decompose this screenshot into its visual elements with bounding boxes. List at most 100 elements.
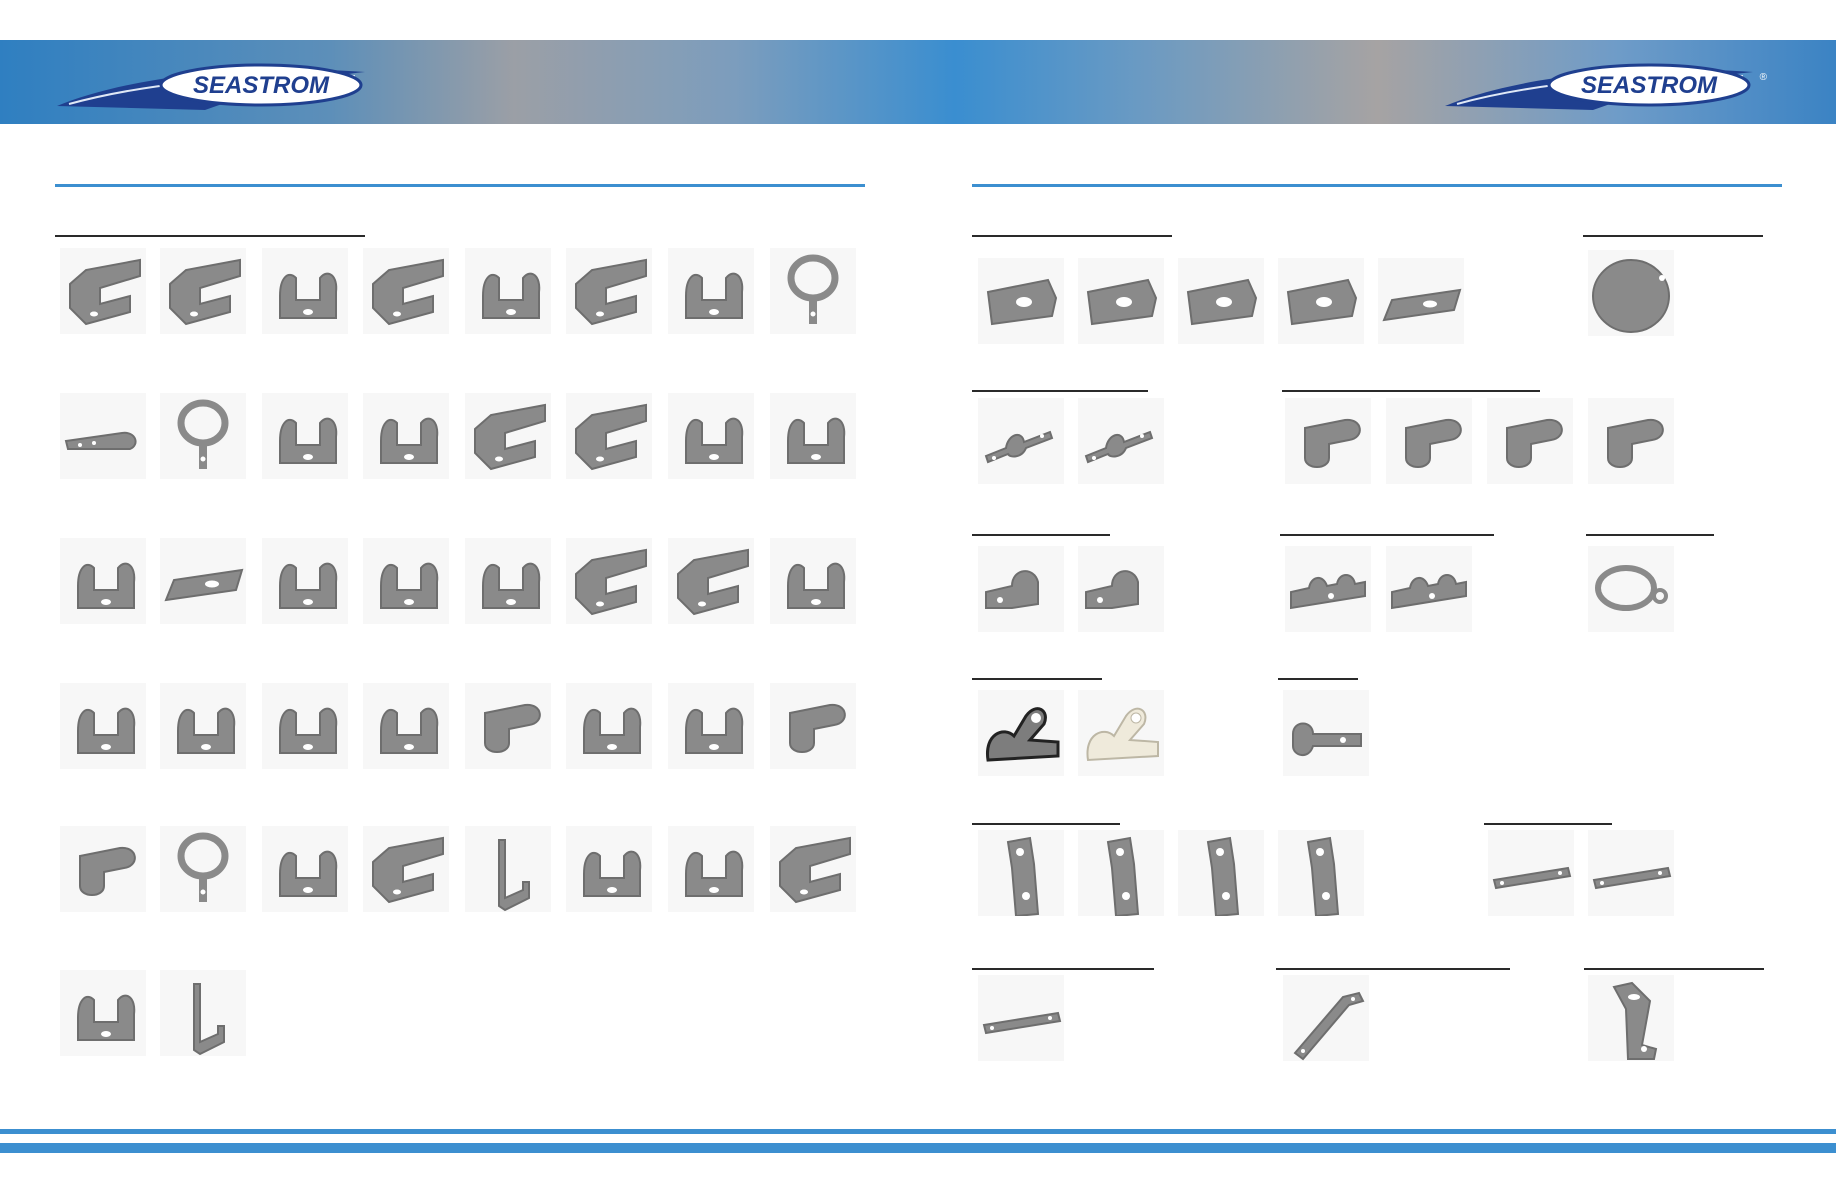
spring-clip-part [160,826,246,912]
category-rule-strap-clamps [972,390,1148,392]
formed-icon [1405,418,1462,468]
pclamp-icon [1292,722,1362,756]
cushionDark-icon [986,707,1060,762]
channel-icon [575,258,647,326]
mounting-plate-part [1378,258,1464,344]
cushion-clamp-part [1078,690,1164,776]
hook-icon [498,839,530,912]
dloop-icon [1290,574,1366,610]
channel-icon [169,258,241,326]
clip-icon [279,272,338,319]
clip-icon [685,850,744,897]
spring-clip-part [566,826,652,912]
angle-bracket-part [1078,830,1164,916]
anglelink-icon [1293,991,1365,1061]
clip-icon [279,707,338,754]
clip-icon [482,562,541,609]
spring-clip-part [566,393,652,479]
ring-icon [177,832,229,902]
spring-clip-part [566,683,652,769]
spring-clip-part [262,248,348,334]
spring-clip-part [262,826,348,912]
link-icon [1592,866,1672,890]
spring-clip-part [160,970,246,1056]
clip-icon [279,562,338,609]
spring-clip-part [668,683,754,769]
category-rule-angle-link [1276,968,1510,970]
plate-icon [986,278,1058,326]
dloop-icon [1391,574,1467,610]
loop-clamp-part [978,546,1064,632]
category-rule-mounting-plates [972,235,1172,237]
clip-icon [685,272,744,319]
flatplate-icon [1382,288,1462,322]
flatplate-icon [164,568,244,602]
cushionLight-icon [1086,707,1159,762]
category-rule-round-tag [1583,235,1763,237]
clip-icon [279,850,338,897]
loop-clamp-part [1078,546,1164,632]
clip-icon [279,417,338,464]
channel-icon [474,403,546,471]
double-loop-clamp-part [1285,546,1371,632]
strip-icon [64,431,137,450]
formed-icon [484,703,541,753]
angle-icon [1206,836,1240,916]
spring-clip-part [668,538,754,624]
mounting-plate-part [1078,258,1164,344]
category-rule-cushion-clamps [972,678,1102,680]
strap-clamp-part [978,398,1064,484]
spring-clip-part [465,683,551,769]
spring-clip-part [668,248,754,334]
spring-clip-part [160,683,246,769]
spring-clip-part [363,393,449,479]
spring-clip-part [363,248,449,334]
category-rule-flat-bar [972,968,1154,970]
spring-clip-part [60,538,146,624]
formed-icon [1506,418,1563,468]
seastrom-logo-left: SEASTROM [55,52,375,114]
angle-bracket-part [978,830,1064,916]
band-icon [1595,565,1668,611]
angle-icon [1006,836,1040,916]
spring-clip-part [770,683,856,769]
spring-clip-part [465,393,551,479]
svg-text:SEASTROM: SEASTROM [193,72,330,99]
formed-icon [79,846,136,896]
strap-icon [1084,430,1154,464]
spring-clip-part [60,970,146,1056]
footer-rule-thin [0,1129,1836,1134]
clip-icon [685,707,744,754]
svg-text:SEASTROM: SEASTROM [1581,72,1718,99]
loop-icon [1085,570,1139,609]
formed-clip-part [1386,398,1472,484]
channel-icon [372,836,444,904]
link-icon [1492,866,1572,890]
channel-icon [69,258,141,326]
spring-clip-part [566,538,652,624]
angle-bracket-part [1178,830,1264,916]
seastrom-logo-right: SEASTROM ® [1443,52,1767,114]
formed-clip-part [1285,398,1371,484]
category-rule-double-loop-clamps [1280,534,1494,536]
angle-bracket-part [1278,830,1364,916]
category-rule-left [55,235,365,237]
spring-clip-part [160,393,246,479]
strap-icon [984,430,1054,464]
formed-clip-part [1487,398,1573,484]
strap-clamp-part [1078,398,1164,484]
offset-icon [1612,981,1658,1060]
link-icon [982,1011,1062,1035]
round-tag-icon [1592,259,1670,333]
plate-icon [1286,278,1358,326]
right-section-rule [972,184,1782,187]
spring-clip-part [60,683,146,769]
footer-rule-thick [0,1143,1836,1153]
spring-clip-part [363,826,449,912]
flat-link-part [1588,830,1674,916]
offset-bracket-part [1588,975,1674,1061]
spring-clip-part [770,538,856,624]
plate-icon [1186,278,1258,326]
category-rule-single-loop-clamps [972,534,1110,536]
cushion-clamp-part [978,690,1064,776]
